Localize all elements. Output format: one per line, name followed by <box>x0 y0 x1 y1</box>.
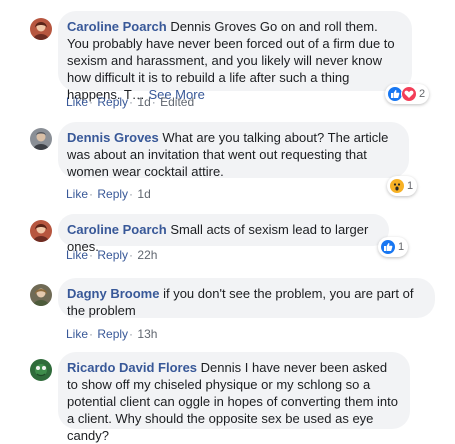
reply-link[interactable]: Reply <box>97 187 128 201</box>
reply-link[interactable]: Reply <box>97 248 128 262</box>
comment-bubble: Dagny Broome if you don't see the proble… <box>58 278 435 318</box>
reaction-count: 1 <box>398 241 405 253</box>
comment-actions: Like· Reply· 1d· Edited <box>66 95 195 109</box>
comment-actions: Like· Reply· 22h <box>66 248 158 262</box>
reaction-count: 1 <box>407 180 414 192</box>
comment-timestamp[interactable]: 13h <box>137 327 157 341</box>
comment-author[interactable]: Caroline Poarch <box>67 19 167 34</box>
reply-link[interactable]: Reply <box>97 327 128 341</box>
comment-bubble: Dennis Groves What are you talking about… <box>58 122 409 179</box>
avatar[interactable] <box>30 18 52 40</box>
comment-author[interactable]: Ricardo David Flores <box>67 360 197 375</box>
avatar[interactable] <box>30 284 52 306</box>
comment-bubble: Ricardo David Flores Dennis I have never… <box>58 352 410 443</box>
comment-timestamp[interactable]: 22h <box>137 248 157 262</box>
avatar[interactable] <box>30 359 52 381</box>
wow-icon <box>389 178 405 194</box>
reply-link[interactable]: Reply <box>97 95 128 109</box>
reaction-summary[interactable]: 1 <box>387 176 418 196</box>
like-link[interactable]: Like <box>66 248 88 262</box>
like-link[interactable]: Like <box>66 95 88 109</box>
reaction-summary[interactable]: 2 <box>385 84 430 104</box>
reaction-summary[interactable]: 1 <box>378 237 409 257</box>
like-icon <box>380 239 396 255</box>
comment-author[interactable]: Dagny Broome <box>67 286 159 301</box>
avatar[interactable] <box>30 220 52 242</box>
comment-bubble: Caroline Poarch Dennis Groves Go on and … <box>58 11 412 102</box>
comment-author[interactable]: Dennis Groves <box>67 130 159 145</box>
comment-bubble: Caroline Poarch Small acts of sexism lea… <box>58 214 389 254</box>
comment-timestamp[interactable]: 1d <box>137 95 150 109</box>
avatar[interactable] <box>30 128 52 150</box>
comment-actions: Like· Reply· 13h <box>66 327 158 341</box>
edited-label[interactable]: Edited <box>160 95 194 109</box>
like-link[interactable]: Like <box>66 327 88 341</box>
comment-timestamp[interactable]: 1d <box>137 187 150 201</box>
comment-actions: Like· Reply· 1d <box>66 187 151 201</box>
comment-author[interactable]: Caroline Poarch <box>67 222 167 237</box>
like-link[interactable]: Like <box>66 187 88 201</box>
reaction-count: 2 <box>419 88 426 100</box>
love-icon <box>401 86 417 102</box>
